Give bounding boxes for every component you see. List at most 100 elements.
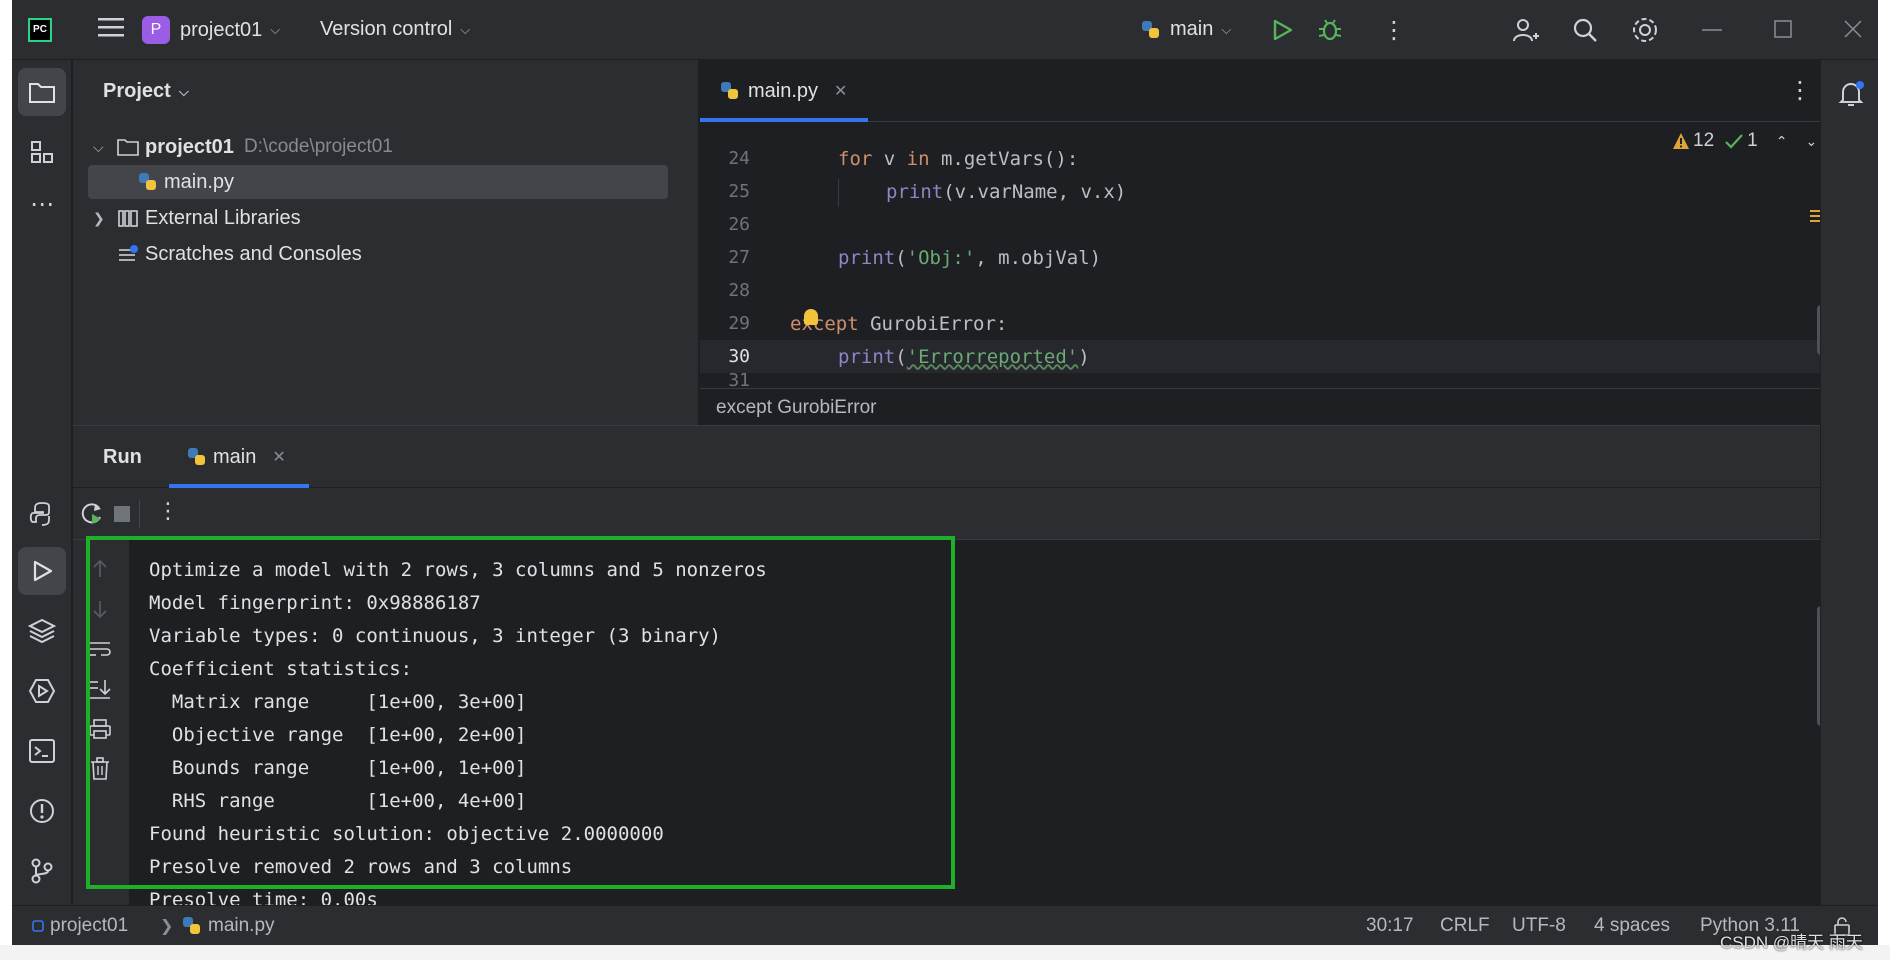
stop-button[interactable] xyxy=(113,505,131,528)
tree-item-main-py[interactable]: main.py xyxy=(88,165,668,199)
code-text: except GurobiError: xyxy=(790,313,1007,335)
scroll-up-icon[interactable] xyxy=(85,554,115,584)
structure-tool-button[interactable] xyxy=(18,128,66,176)
chevron-right-icon: ❯ xyxy=(93,209,105,226)
notifications-button[interactable] xyxy=(1837,80,1865,113)
code-line-25[interactable]: 25 print(v.varName, v.x) xyxy=(700,175,1820,208)
main-menu-button[interactable] xyxy=(98,16,124,38)
python-icon xyxy=(188,448,205,465)
line-separator[interactable]: CRLF xyxy=(1440,906,1490,946)
close-tab-icon[interactable]: ✕ xyxy=(272,447,285,467)
console-line: Variable types: 0 continuous, 3 integer … xyxy=(149,625,721,647)
project-tool-button[interactable] xyxy=(18,68,66,116)
code-line-28[interactable]: 28 xyxy=(700,274,1820,307)
code-line-26[interactable]: 26 xyxy=(700,208,1820,241)
services-tool-button[interactable] xyxy=(18,667,66,715)
console-gutter xyxy=(73,540,129,906)
run-panel: Run main ✕ ⋮ Optimize a model with 2 row… xyxy=(73,425,1827,906)
watermark-text: CSDN @晴天 雨天 xyxy=(1720,933,1863,952)
chevron-down-icon: ⌵ xyxy=(93,138,104,155)
scroll-to-end-icon[interactable] xyxy=(85,674,115,704)
file-name: main.py xyxy=(164,170,235,193)
minimize-button[interactable] xyxy=(1702,28,1722,32)
close-tab-icon[interactable]: ✕ xyxy=(834,81,847,101)
code-line-27[interactable]: 27 print('Obj:', m.objVal) xyxy=(700,241,1820,274)
run-tool-button[interactable] xyxy=(18,547,66,595)
caret-position[interactable]: 30:17 xyxy=(1366,906,1414,946)
run-config-selector[interactable]: main ⌵ xyxy=(1140,18,1231,41)
settings-button[interactable] xyxy=(1631,16,1659,44)
tab-label: main.py xyxy=(748,79,819,102)
tree-item-scratches[interactable]: Scratches and Consoles xyxy=(117,237,362,271)
code-text: for v in m.getVars(): xyxy=(838,148,1078,170)
python-console-button[interactable] xyxy=(18,490,66,538)
minimize-icon xyxy=(1702,29,1722,31)
maximize-button[interactable] xyxy=(1774,20,1792,38)
builtin-token: print xyxy=(838,345,896,368)
scroll-down-icon[interactable] xyxy=(85,594,115,624)
search-button[interactable] xyxy=(1572,17,1598,43)
code-line-30[interactable]: 30 print('Errorreported') xyxy=(700,340,1820,373)
add-user-button[interactable] xyxy=(1512,16,1540,44)
git-branch-icon xyxy=(31,858,53,884)
file-encoding[interactable]: UTF-8 xyxy=(1512,906,1566,946)
terminal-tool-button[interactable] xyxy=(18,727,66,775)
run-panel-title: Run xyxy=(103,446,142,468)
tree-item-external-libraries[interactable]: ❯ External Libraries xyxy=(93,201,301,235)
code-line-24[interactable]: 24 for v in m.getVars(): xyxy=(700,142,1820,175)
layers-tool-button[interactable] xyxy=(18,607,66,655)
run-button[interactable] xyxy=(1270,18,1294,42)
console-line: Matrix range [1e+00, 3e+00] xyxy=(149,691,527,713)
status-breadcrumb-file[interactable]: main.py xyxy=(182,906,275,946)
indent-setting[interactable]: 4 spaces xyxy=(1594,906,1670,946)
vcs-menu[interactable]: Version control ⌵ xyxy=(320,18,470,41)
folder-icon xyxy=(117,139,139,156)
more-options-icon[interactable]: ⋮ xyxy=(157,498,179,524)
trash-icon[interactable] xyxy=(85,754,115,784)
code-token: , m.objVal) xyxy=(975,246,1102,269)
editor-options-icon[interactable]: ⋮ xyxy=(1788,76,1812,105)
python-console-icon xyxy=(29,502,50,526)
console-line: Bounds range [1e+00, 1e+00] xyxy=(149,757,527,779)
run-tab-main[interactable]: main ✕ xyxy=(169,426,309,488)
problems-tool-button[interactable] xyxy=(18,787,66,835)
print-icon[interactable] xyxy=(85,714,115,744)
play-icon xyxy=(33,560,53,582)
tree-item-project-root[interactable]: ⌵ project01 D:\code\project01 xyxy=(93,130,393,164)
library-icon xyxy=(118,210,138,227)
console-line: Presolve time: 0.00s xyxy=(149,889,378,906)
inspection-widget[interactable]: 12 1 ⌃ ⌄ xyxy=(1672,130,1817,152)
structure-icon xyxy=(31,141,53,163)
code-token: GurobiError: xyxy=(858,312,1008,335)
debug-button[interactable] xyxy=(1317,17,1343,43)
run-toolbar: ⋮ xyxy=(73,488,1820,540)
code-line-29[interactable]: 29 except GurobiError: xyxy=(700,307,1820,340)
scratches-label: Scratches and Consoles xyxy=(145,242,362,265)
project-panel-title[interactable]: Project ⌵ xyxy=(103,80,189,103)
root-folder-name: project01 xyxy=(145,135,234,158)
lightbulb-icon[interactable] xyxy=(804,309,818,325)
project-selector[interactable]: P project01 ⌵ xyxy=(142,16,280,44)
line-number: 29 xyxy=(728,313,750,334)
title-bar: PC P project01 ⌵ Version control ⌵ main … xyxy=(12,0,1878,60)
more-tools-icon[interactable]: ⋯ xyxy=(18,180,66,228)
close-window-button[interactable] xyxy=(1844,20,1862,38)
more-actions-icon[interactable]: ⋮ xyxy=(1382,16,1406,45)
editor-breadcrumb[interactable]: except GurobiError xyxy=(700,388,1820,425)
maximize-icon xyxy=(1774,20,1792,38)
indent-guide xyxy=(838,179,839,207)
chevron-down-icon[interactable]: ⌄ xyxy=(1805,133,1817,150)
code-line-31[interactable]: 31 xyxy=(700,373,1820,388)
right-tool-strip xyxy=(1820,60,1878,905)
git-tool-button[interactable] xyxy=(18,847,66,895)
chevron-up-icon[interactable]: ⌃ xyxy=(1776,133,1788,150)
line-number: 27 xyxy=(728,247,750,268)
rerun-button[interactable] xyxy=(79,501,105,532)
status-breadcrumb-project[interactable]: project01 xyxy=(32,906,128,946)
status-file-label: main.py xyxy=(208,915,275,936)
chevron-down-icon: ⌵ xyxy=(270,22,281,37)
soft-wrap-icon[interactable] xyxy=(85,634,115,664)
tab-main-py[interactable]: main.py ✕ xyxy=(700,60,868,122)
scratches-icon xyxy=(119,245,138,261)
builtin-token: print xyxy=(886,180,944,203)
